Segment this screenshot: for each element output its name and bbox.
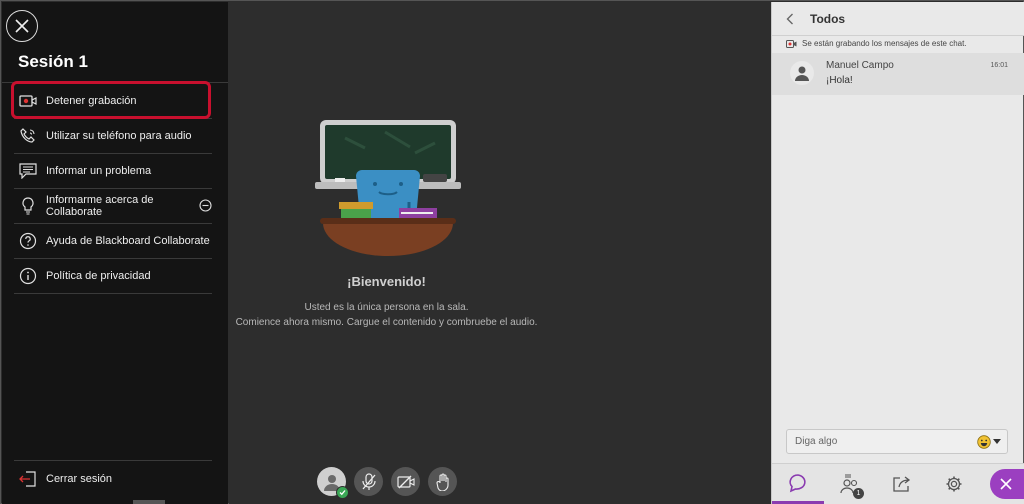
close-icon bbox=[1000, 478, 1012, 490]
mic-off-icon bbox=[361, 472, 376, 490]
media-controls bbox=[317, 467, 457, 499]
back-button[interactable] bbox=[786, 13, 800, 25]
chat-message: Manuel Campo 16:01 ¡Hola! bbox=[772, 53, 1024, 95]
welcome-line-2: Comience ahora mismo. Cargue el contenid… bbox=[235, 317, 538, 328]
tab-share-content[interactable] bbox=[876, 464, 928, 504]
help-icon bbox=[18, 231, 38, 251]
share-icon bbox=[893, 476, 911, 492]
close-menu-button[interactable] bbox=[6, 10, 38, 42]
chevron-down-icon bbox=[993, 439, 1001, 444]
panel-tabbar: 1 bbox=[772, 463, 1024, 504]
menu-item-report-problem[interactable]: Informar un problema bbox=[14, 154, 212, 189]
hand-icon bbox=[435, 472, 449, 491]
main-stage: ¡Bienvenido! Usted es la única persona e… bbox=[229, 2, 771, 504]
raise-hand-button[interactable] bbox=[428, 467, 457, 496]
menu-item-label: Informar un problema bbox=[46, 165, 152, 177]
chat-input[interactable]: Diga algo bbox=[786, 429, 1008, 454]
chat-icon bbox=[789, 473, 806, 492]
user-icon bbox=[795, 66, 809, 81]
camera-off-icon bbox=[396, 475, 415, 488]
logout-label: Cerrar sesión bbox=[46, 472, 113, 485]
menu-item-privacy[interactable]: Política de privacidad bbox=[14, 259, 212, 294]
phone-icon bbox=[18, 126, 38, 146]
chat-input-placeholder: Diga algo bbox=[795, 436, 838, 447]
attendee-count-badge: 1 bbox=[853, 488, 864, 499]
menu-item-label: Política de privacidad bbox=[46, 270, 151, 282]
menu-item-help[interactable]: Ayuda de Blackboard Collaborate bbox=[14, 224, 212, 259]
scroll-stub bbox=[133, 500, 165, 504]
session-title: Sesión 1 bbox=[18, 52, 88, 71]
info-icon bbox=[18, 266, 38, 286]
status-ok-icon bbox=[336, 486, 349, 499]
my-status-button[interactable] bbox=[317, 467, 349, 499]
tab-chat[interactable] bbox=[772, 464, 824, 504]
message-author: Manuel Campo bbox=[826, 60, 894, 71]
emoji-picker-button[interactable] bbox=[977, 435, 1001, 449]
avatar bbox=[790, 61, 814, 85]
welcome-line-1: Usted es la única persona en la sala. bbox=[304, 302, 469, 313]
tab-settings[interactable] bbox=[928, 464, 980, 504]
highlight-annotation bbox=[11, 81, 211, 119]
chat-panel: Todos Se están grabando los mensajes de … bbox=[771, 2, 1024, 504]
lightbulb-icon bbox=[18, 196, 38, 216]
welcome-heading: ¡Bienvenido! bbox=[347, 274, 426, 289]
camera-button[interactable] bbox=[391, 467, 420, 496]
classroom-illustration bbox=[315, 120, 461, 256]
message-text: ¡Hola! bbox=[826, 75, 853, 86]
microphone-button[interactable] bbox=[354, 467, 383, 496]
chevron-left-icon bbox=[786, 13, 793, 24]
menu-item-about-collaborate[interactable]: Informarme acerca de Collaborate bbox=[14, 189, 212, 224]
record-icon bbox=[786, 39, 797, 48]
menu-item-label: Ayuda de Blackboard Collaborate bbox=[46, 235, 210, 247]
emoji-icon bbox=[977, 435, 991, 449]
menu-item-label: Utilizar su teléfono para audio bbox=[46, 130, 192, 142]
chat-title: Todos bbox=[810, 11, 846, 26]
recording-notice-text: Se están grabando los mensajes de este c… bbox=[802, 39, 967, 48]
collapse-icon[interactable] bbox=[199, 199, 212, 215]
report-icon bbox=[18, 161, 38, 181]
close-icon bbox=[15, 19, 29, 33]
close-panel-button[interactable] bbox=[990, 469, 1024, 499]
chat-header: Todos bbox=[772, 2, 1024, 36]
gear-icon bbox=[946, 476, 962, 492]
menu-item-label: Informarme acerca de Collaborate bbox=[45, 194, 154, 218]
message-time: 16:01 bbox=[990, 62, 1008, 69]
logout-icon bbox=[18, 469, 38, 489]
logout-button[interactable]: Cerrar sesión bbox=[14, 460, 212, 496]
recording-notice: Se están grabando los mensajes de este c… bbox=[786, 39, 967, 48]
collaborate-window: Sesión 1 Detener grabación Utilizar su t… bbox=[0, 0, 1024, 504]
menu-item-phone-audio[interactable]: Utilizar su teléfono para audio bbox=[14, 119, 212, 154]
tab-attendees[interactable]: 1 bbox=[824, 464, 876, 504]
session-menu: Sesión 1 Detener grabación Utilizar su t… bbox=[2, 2, 228, 504]
